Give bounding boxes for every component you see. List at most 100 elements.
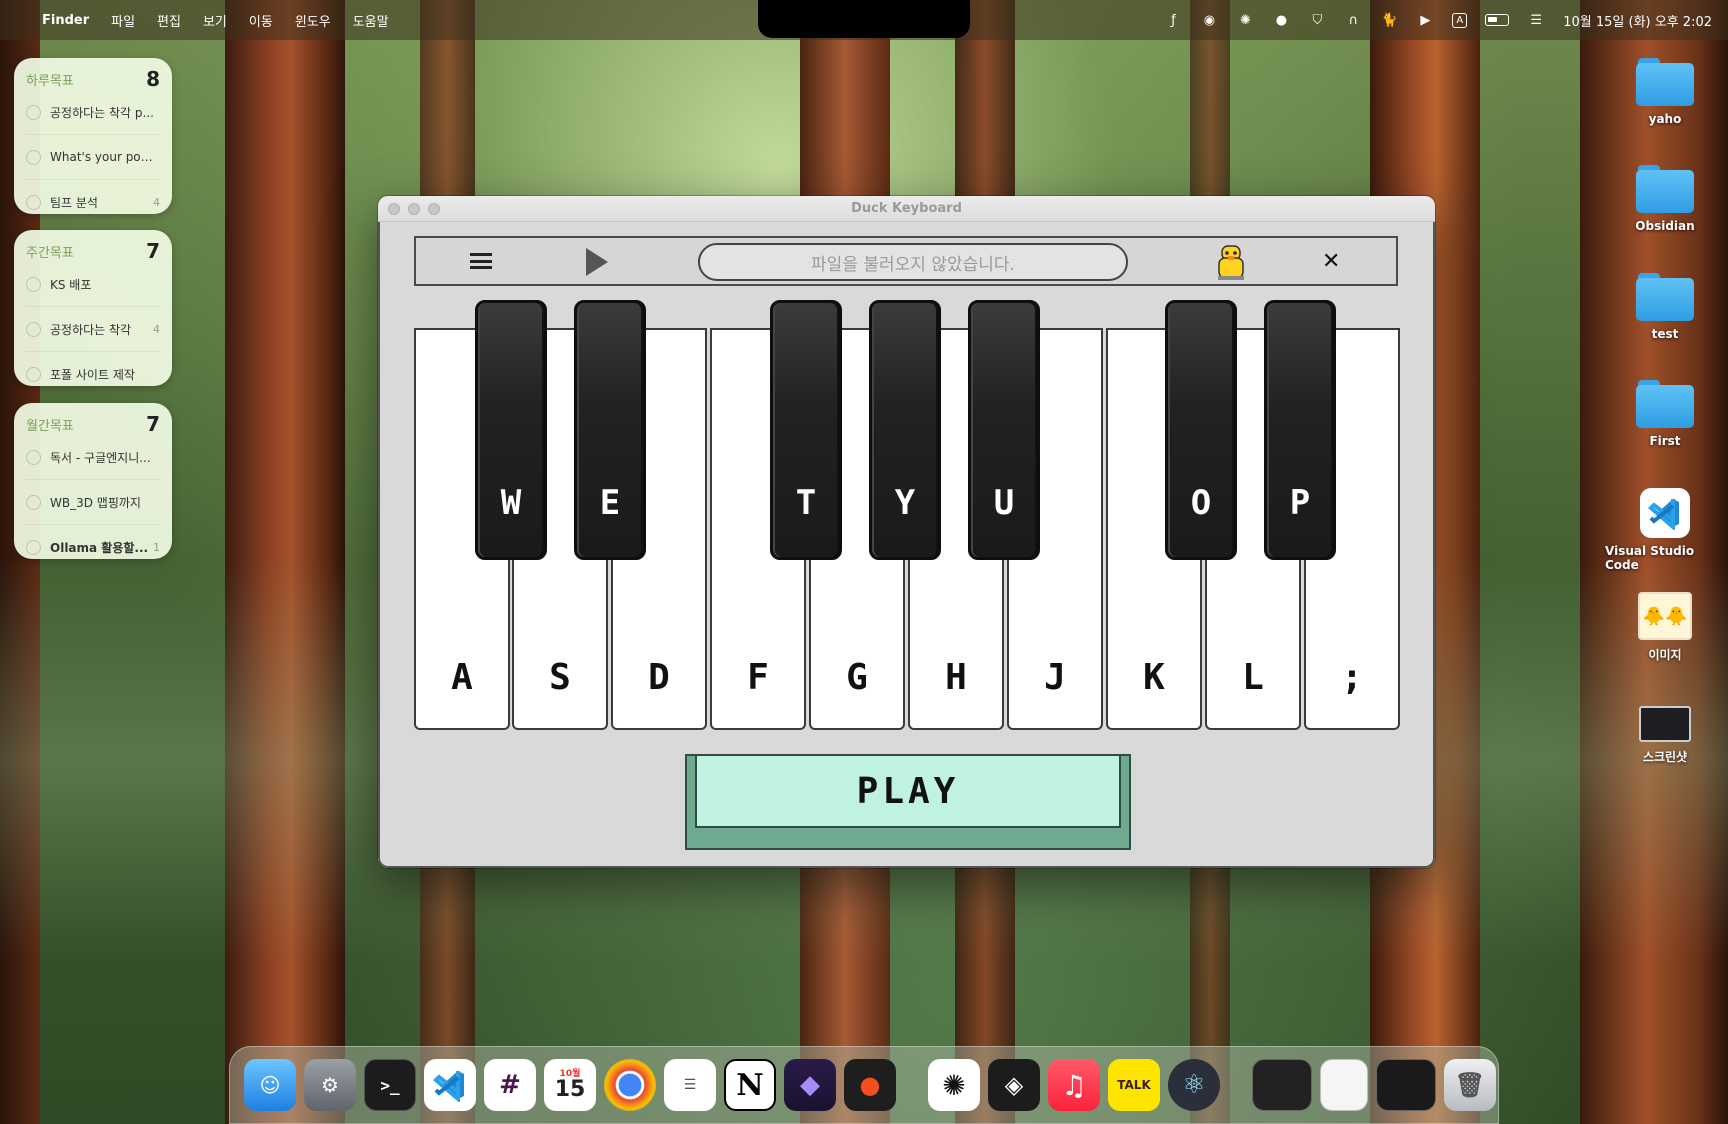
media-play-icon[interactable]: ▶ — [1416, 12, 1434, 28]
figma-status-icon[interactable]: ƒ — [1164, 12, 1182, 28]
checkbox-circle[interactable] — [26, 149, 41, 165]
checkbox-circle[interactable] — [26, 449, 41, 465]
dock-system-settings-icon[interactable]: ⚙ — [304, 1059, 356, 1111]
desktop-folder-obsidian[interactable]: Obsidian — [1605, 165, 1725, 233]
camera-notch — [758, 0, 970, 38]
close-icon[interactable]: ✕ — [1322, 249, 1340, 274]
folder-icon — [1636, 380, 1694, 428]
checkbox-circle[interactable] — [26, 195, 41, 210]
menu-file[interactable]: 파일 — [111, 11, 135, 30]
checkbox-circle[interactable] — [26, 321, 41, 337]
todo-item[interactable]: 포폴 사이트 제작 — [26, 352, 160, 397]
dock-calendar-icon[interactable]: 10월 15 — [544, 1059, 596, 1111]
checkbox-circle[interactable] — [26, 104, 41, 120]
desktop-app-vscode[interactable]: Visual Studio Code — [1605, 488, 1725, 572]
shield-status-icon[interactable]: ⛉ — [1308, 12, 1326, 28]
dock-cube-app-icon[interactable]: ◈ — [988, 1059, 1040, 1111]
dock-terminal-icon[interactable]: >_ — [364, 1059, 416, 1111]
black-key-w[interactable]: W — [475, 300, 547, 560]
dock-chatgpt-icon[interactable]: ✺ — [928, 1059, 980, 1111]
dock-minimized-window-icon[interactable] — [1252, 1059, 1312, 1111]
todo-text: 독서 - 구글엔지니... — [50, 450, 151, 465]
menu-window[interactable]: 윈도우 — [295, 11, 331, 30]
checkbox-circle[interactable] — [26, 367, 41, 382]
dock-vscode-icon[interactable] — [424, 1059, 476, 1111]
vscode-icon — [1640, 488, 1690, 538]
widget-weekly-goals[interactable]: 주간목표 7 KS 배포 공정하다는 착각 4 포폴 사이트 제작 — [14, 230, 172, 386]
todo-item[interactable]: 독서 - 구글엔지니... — [26, 435, 160, 480]
menu-go[interactable]: 이동 — [249, 11, 273, 30]
black-key-u[interactable]: U — [968, 300, 1040, 560]
desktop-file-screenshot[interactable]: 스크린샷 — [1605, 706, 1725, 765]
black-key-y[interactable]: Y — [869, 300, 941, 560]
dock-electron-icon[interactable]: ⚛ — [1168, 1059, 1220, 1111]
menu-bar: Finder 파일 편집 보기 이동 윈도우 도움말 ƒ ◉ ✺ ● ⛉ ∩ 🐈… — [0, 0, 1728, 40]
menu-help[interactable]: 도움말 — [353, 11, 389, 30]
menu-edit[interactable]: 편집 — [157, 11, 181, 30]
hamburger-menu-icon[interactable] — [470, 250, 492, 272]
checkbox-circle[interactable] — [26, 494, 41, 510]
record-status-icon[interactable]: ◉ — [1200, 12, 1218, 28]
widget-monthly-goals[interactable]: 월간목표 7 독서 - 구글엔지니... WB_3D 맵핑까지 Ollama 활… — [14, 403, 172, 559]
todo-item[interactable]: What's your posi... — [26, 135, 160, 180]
control-center-icon[interactable]: ☰ — [1527, 12, 1545, 28]
todo-item[interactable]: 공정하다는 착각 p... — [26, 90, 160, 135]
folder-icon — [1636, 58, 1694, 106]
todo-item[interactable]: KS 배포 — [26, 262, 160, 307]
dock-notion-icon[interactable]: N — [724, 1059, 776, 1111]
todo-item[interactable]: 팀프 분석 4 — [26, 180, 160, 225]
menu-view[interactable]: 보기 — [203, 11, 227, 30]
play-triangle-icon[interactable] — [586, 248, 608, 276]
runcat-icon[interactable]: 🐈 — [1380, 12, 1398, 28]
folder-icon — [1636, 165, 1694, 213]
chatgpt-status-icon[interactable]: ✺ — [1236, 12, 1254, 28]
desktop-icon-label: Obsidian — [1635, 219, 1695, 233]
todo-item[interactable]: WB_3D 맵핑까지 — [26, 480, 160, 525]
chat-status-icon[interactable]: ● — [1272, 12, 1290, 28]
dock-kakaotalk-icon[interactable]: TALK — [1108, 1059, 1160, 1111]
duck-icon[interactable] — [1214, 242, 1248, 282]
todo-text: WB_3D 맵핑까지 — [50, 495, 141, 510]
dock-minimized-window-icon[interactable] — [1320, 1059, 1368, 1111]
desktop-icon-label: test — [1651, 327, 1679, 341]
dock-obsidian-icon[interactable]: ◆ — [784, 1059, 836, 1111]
checkbox-circle[interactable] — [26, 540, 41, 555]
dock-trash-icon[interactable]: 🗑 — [1444, 1059, 1496, 1111]
headphones-icon[interactable]: ∩ — [1344, 12, 1362, 28]
play-button[interactable]: PLAY — [685, 754, 1131, 850]
menu-clock[interactable]: 10월 15일 (화) 오후 2:02 — [1563, 11, 1712, 30]
todo-text: What's your posi... — [50, 150, 156, 164]
black-key-e[interactable]: E — [574, 300, 646, 560]
battery-icon[interactable] — [1485, 14, 1510, 26]
todo-item[interactable]: Ollama 활용할... 1 — [26, 525, 160, 570]
piano-keyboard: A S D F G H J K L ; W E T Y U O P — [414, 300, 1402, 732]
dock-reminders-icon[interactable]: ☰ — [664, 1059, 716, 1111]
todo-text: 팀프 분석 — [50, 196, 98, 210]
widget-daily-goals[interactable]: 하루목표 8 공정하다는 착각 p... What's your posi...… — [14, 58, 172, 214]
black-key-t[interactable]: T — [770, 300, 842, 560]
dock-music-icon[interactable]: ♫ — [1048, 1059, 1100, 1111]
dock-minimized-window-icon[interactable] — [1376, 1059, 1436, 1111]
todo-item[interactable]: 공정하다는 착각 4 — [26, 307, 160, 352]
input-source-icon[interactable]: A — [1452, 12, 1468, 28]
file-status-field[interactable]: 파일을 불러오지 않았습니다. — [698, 243, 1128, 281]
checkbox-circle[interactable] — [26, 276, 41, 292]
window-content: 파일을 불러오지 않았습니다. ✕ A S D F G H J K L ; W … — [378, 222, 1435, 868]
dock-figma-icon[interactable]: ● — [844, 1059, 896, 1111]
widget-title: 주간목표 — [26, 245, 74, 261]
desktop-folder-test[interactable]: test — [1605, 273, 1725, 341]
desktop-icon-label: First — [1649, 434, 1681, 448]
todo-text: KS 배포 — [50, 277, 92, 292]
dock-finder-icon[interactable]: ☺ — [244, 1059, 296, 1111]
desktop-file-image[interactable]: 🐥🐥 이미지 — [1605, 592, 1725, 663]
black-key-p[interactable]: P — [1264, 300, 1336, 560]
desktop-folder-yaho[interactable]: yaho — [1605, 58, 1725, 126]
black-key-o[interactable]: O — [1165, 300, 1237, 560]
todo-text: Ollama 활용할... — [50, 541, 149, 555]
screenshot-thumbnail-icon — [1639, 706, 1691, 742]
dock-chrome-icon[interactable] — [604, 1059, 656, 1111]
dock-slack-icon[interactable]: # — [484, 1059, 536, 1111]
desktop-folder-first[interactable]: First — [1605, 380, 1725, 448]
menu-app-name[interactable]: Finder — [42, 13, 89, 28]
window-titlebar[interactable]: Duck Keyboard — [378, 196, 1435, 222]
